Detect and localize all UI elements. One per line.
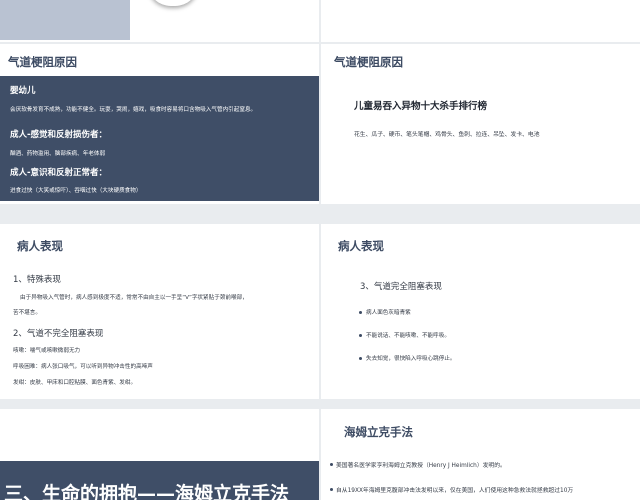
- cover-image-block: [0, 0, 130, 40]
- bullet-dot: [359, 357, 362, 360]
- slide-title: 气道梗阻原因: [334, 55, 403, 69]
- symptom-cough: 咳嗽：喘气或咳嗽微弱无力: [13, 348, 81, 354]
- section-1-line-1: 由于异物吸入气管时，病人感到极度不适，常常不由自主以一手呈“V”字状紧贴于颈前喉…: [20, 295, 248, 301]
- slide-title: 气道梗阻原因: [8, 55, 77, 69]
- bullet-dot: [330, 463, 333, 466]
- adult1-text: 酗酒、药物滥用、脑部疾病、年老体弱: [10, 151, 106, 157]
- slide-5[interactable]: 病人表现 1、特殊表现 由于异物吸入气管时，病人感到极度不适，常常不由自主以一手…: [0, 224, 319, 399]
- ranking-list: 花生、瓜子、硬币、笔头笔帽、鸡骨头、鱼刺、拉连、吊坠、发卡、电池: [354, 132, 540, 138]
- symptom-breathing: 呼吸困难：病人张口吸气，可以听到异物冲击性的高啼声: [13, 364, 153, 370]
- adult1-heading: 成人-感觉和反射损伤者：: [10, 130, 108, 140]
- slide-7[interactable]: 三、生命的拥抱——海姆立克手法: [0, 409, 319, 500]
- content-panel: 婴幼儿 会厌软骨发育不成熟，功能不健全。玩耍，哭闹，嬉戏，吸食时容易将口含物吸入…: [0, 76, 319, 201]
- bullet-dot: [359, 334, 362, 337]
- bullet-dot: [359, 311, 362, 314]
- heimlich-origin: 美国著名医学家亨利海姆立克教授（Henry J Heimlich）发明的。: [336, 463, 506, 469]
- symptom-cyanosis: 发绀：皮肤、甲床和口腔粘膜、面色青紫、发绀。: [13, 380, 137, 386]
- slide-6[interactable]: 病人表现 3、气道完全阻塞表现 病人面色灰暗青紫 不能说话、不能咳嗽、不能呼吸。…: [321, 224, 640, 399]
- section-3-heading: 3、气道完全阻塞表现: [360, 282, 442, 292]
- sign-unconscious: 失去知觉，很快陷入呼吸心跳停止。: [366, 356, 456, 362]
- circle-decoration: [147, 0, 199, 6]
- bullet-dot: [330, 488, 333, 491]
- slide-1[interactable]: [0, 0, 319, 42]
- adult2-text: 进食过快（大笑或惊吓）、吞咽过快（大块硬质食物）: [10, 188, 142, 194]
- ranking-heading: 儿童易吞入异物十大杀手排行榜: [354, 101, 488, 112]
- sign-cannot-speak: 不能说话、不能咳嗽、不能呼吸。: [366, 333, 450, 339]
- sign-grey-face: 病人面色灰暗青紫: [366, 310, 411, 316]
- section-banner-title: 三、生命的拥抱——海姆立克手法: [4, 483, 290, 500]
- slide-8[interactable]: 海姆立克手法 美国著名医学家亨利海姆立克教授（Henry J Heimlich）…: [321, 409, 640, 500]
- heimlich-history: 自从19XX年海姆里克腹部冲击法发明以来，仅在美国，人们使用这种急救法就拯救超过…: [336, 488, 574, 494]
- section-1-heading: 1、特殊表现: [13, 275, 61, 285]
- slide-title: 病人表现: [338, 239, 384, 253]
- infant-text: 会厌软骨发育不成熟，功能不健全。玩耍，哭闹，嬉戏，吸食时容易将口含物吸入气管内引…: [10, 107, 257, 113]
- section-2-heading: 2、气道不完全阻塞表现: [13, 329, 104, 339]
- slide-title: 病人表现: [17, 239, 63, 253]
- section-1-line-2: 苦不堪言。: [13, 310, 41, 316]
- infant-heading: 婴幼儿: [10, 86, 36, 96]
- section-banner: 三、生命的拥抱——海姆立克手法: [0, 461, 319, 500]
- slide-title: 海姆立克手法: [344, 425, 413, 439]
- adult2-heading: 成人-意识和反射正常者：: [10, 168, 108, 178]
- slide-3[interactable]: 气道梗阻原因 婴幼儿 会厌软骨发育不成熟，功能不健全。玩耍，哭闹，嬉戏，吸食时容…: [0, 44, 319, 204]
- slide-4[interactable]: 气道梗阻原因 儿童易吞入异物十大杀手排行榜 花生、瓜子、硬币、笔头笔帽、鸡骨头、…: [321, 44, 640, 204]
- slide-2[interactable]: [321, 0, 640, 42]
